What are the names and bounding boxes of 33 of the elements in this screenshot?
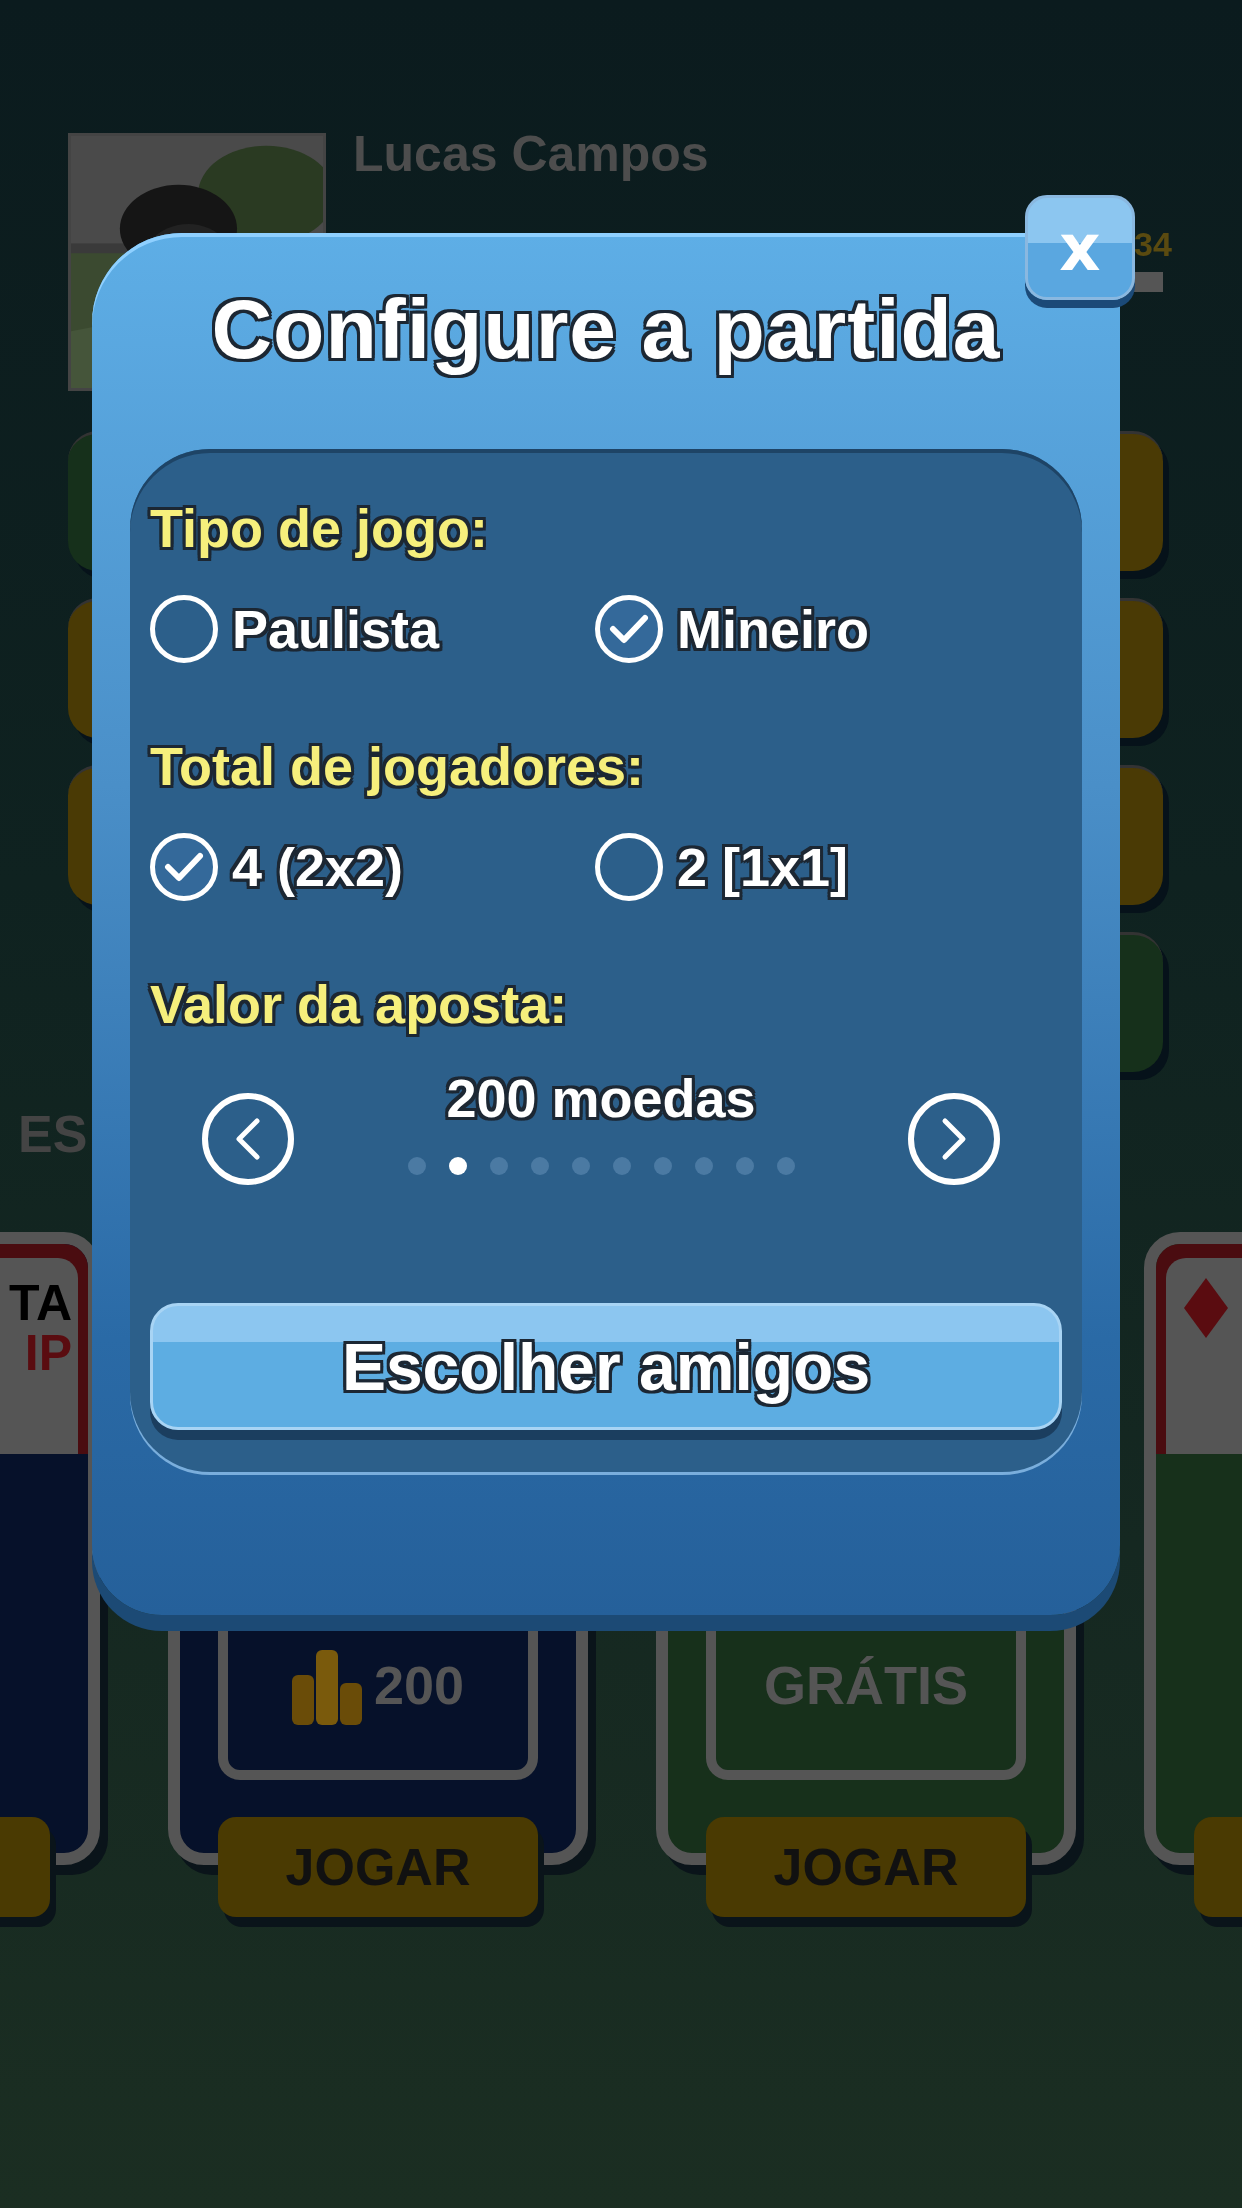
- bet-value: 200 moedas: [446, 1067, 756, 1129]
- page-dot[interactable]: [448, 1157, 467, 1175]
- option-label[interactable]: 2 [1x1]: [677, 836, 849, 898]
- page-dot[interactable]: [571, 1157, 590, 1175]
- price-label: GRÁTIS: [764, 1654, 968, 1716]
- page-dot[interactable]: [407, 1157, 426, 1175]
- option-label[interactable]: Mineiro: [677, 598, 869, 660]
- radio-button[interactable]: [150, 595, 218, 663]
- group-label: Valor da aposta:: [150, 973, 569, 1036]
- diamond-icon: [1184, 1278, 1228, 1338]
- radio-button[interactable]: [595, 833, 663, 901]
- option-label[interactable]: 4 (2x2): [232, 836, 404, 898]
- page-dot[interactable]: [530, 1157, 549, 1175]
- price-label: 200: [373, 1654, 465, 1716]
- check-icon: [164, 851, 204, 883]
- page-dot[interactable]: [612, 1157, 631, 1175]
- player-name: Lucas Campos: [353, 125, 709, 183]
- previous-button[interactable]: [202, 1093, 294, 1185]
- page-dot[interactable]: [694, 1157, 713, 1175]
- chevron-left-icon: [233, 1117, 263, 1161]
- group-label: Tipo de jogo:: [150, 497, 489, 560]
- card-title: TA: [9, 1278, 72, 1328]
- page-dot[interactable]: [489, 1157, 508, 1175]
- card-title: IP: [24, 1328, 72, 1378]
- page-dot[interactable]: [776, 1157, 795, 1175]
- option-label[interactable]: Paulista: [232, 598, 440, 660]
- player-score: 34: [1134, 225, 1172, 264]
- page-dot[interactable]: [735, 1157, 754, 1175]
- group-label: Total de jogadores:: [150, 735, 646, 798]
- dialog-title: Configure a partida: [211, 281, 1001, 378]
- page-dot[interactable]: [653, 1157, 672, 1175]
- next-button[interactable]: [908, 1093, 1000, 1185]
- check-icon: [609, 613, 649, 645]
